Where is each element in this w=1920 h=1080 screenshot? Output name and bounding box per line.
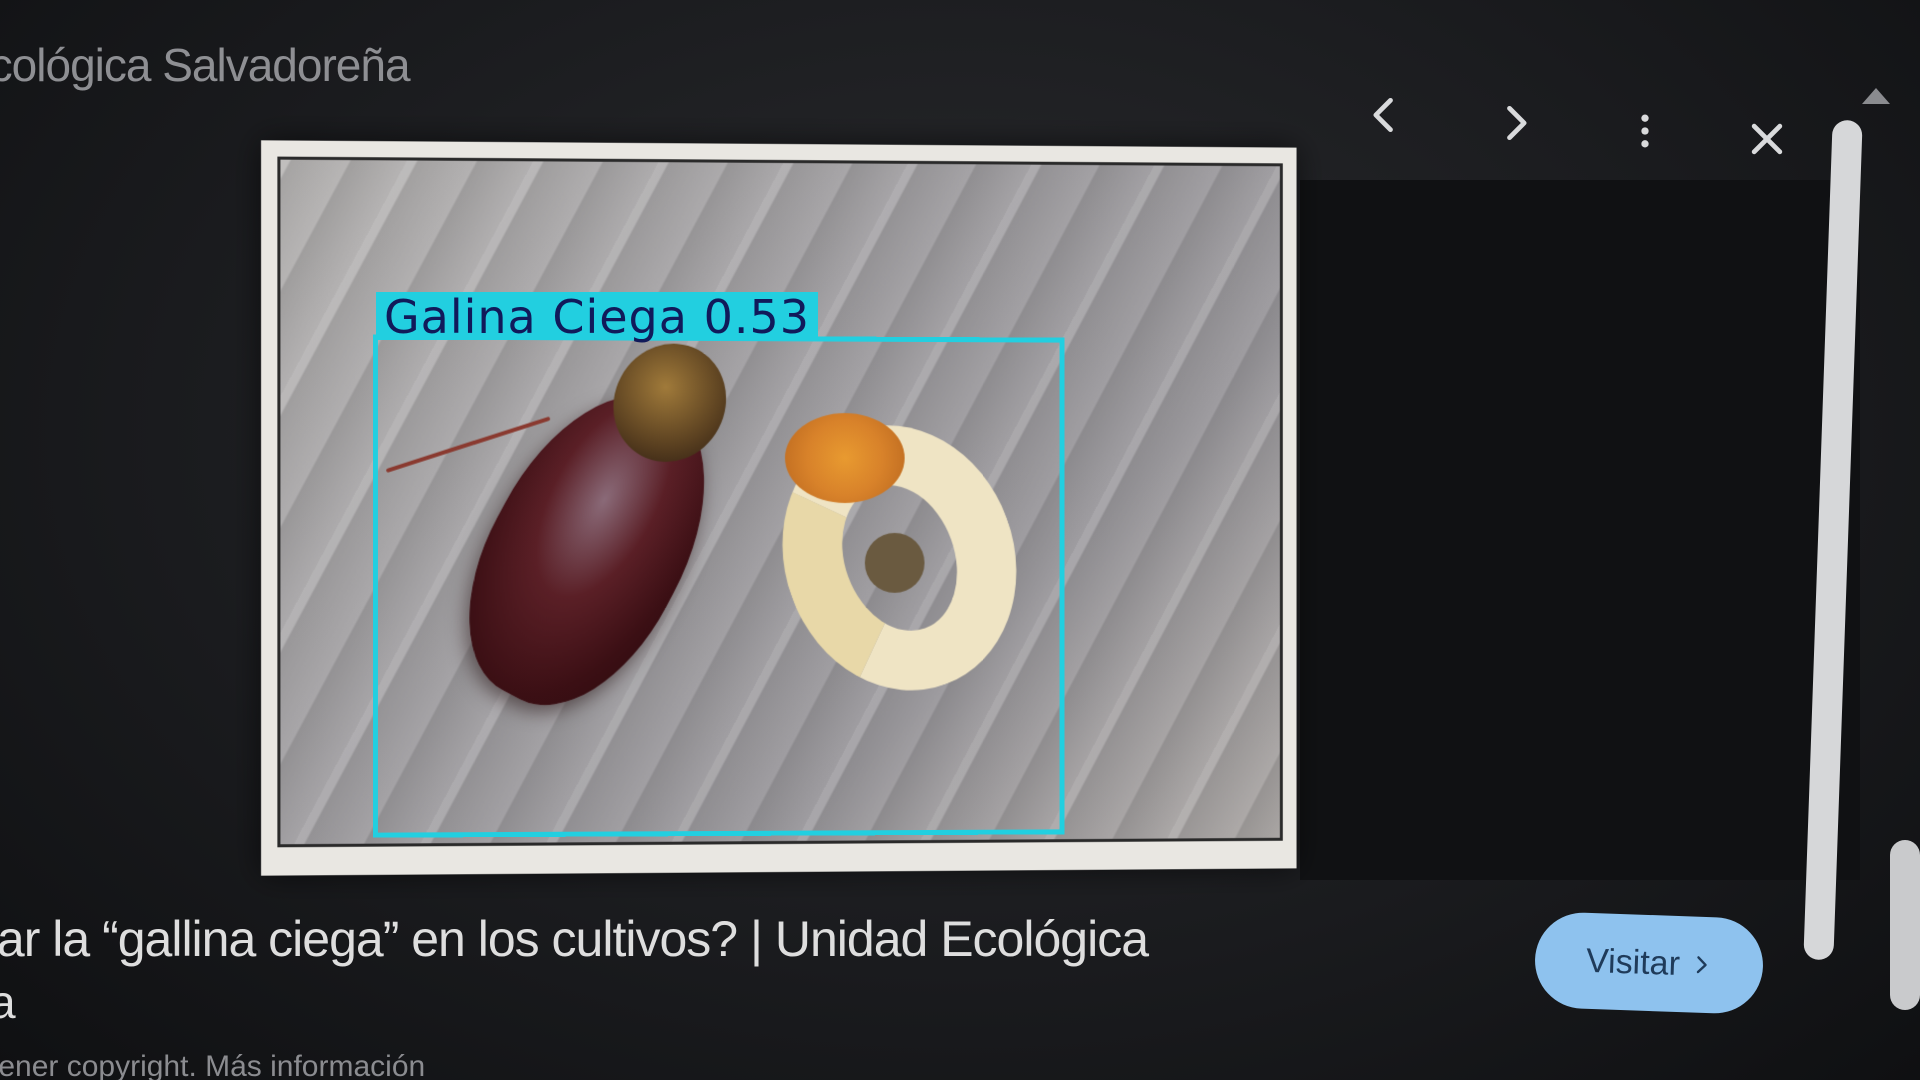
result-page-title[interactable]: olar la “gallina ciega” en los cultivos?… bbox=[0, 910, 1149, 968]
side-panel-background bbox=[1300, 180, 1860, 880]
source-site-name[interactable]: Ecológica Salvadoreña bbox=[0, 38, 411, 92]
next-image-button[interactable] bbox=[1480, 88, 1550, 158]
detection-bounding-box bbox=[372, 334, 1065, 838]
copyright-notice[interactable]: tener copyright. Más información bbox=[0, 1050, 425, 1080]
scrollbar-thumb[interactable] bbox=[1890, 840, 1920, 1010]
previous-image-button[interactable] bbox=[1350, 80, 1420, 150]
result-page-title-continued[interactable]: a bbox=[0, 975, 16, 1029]
more-options-button[interactable] bbox=[1610, 96, 1680, 166]
chevron-left-icon bbox=[1373, 97, 1393, 133]
close-viewer-button[interactable] bbox=[1732, 104, 1802, 174]
more-vert-icon bbox=[1641, 114, 1649, 148]
detection-label: Galina Ciega 0.53 bbox=[376, 292, 818, 342]
chevron-right-icon bbox=[1696, 956, 1707, 974]
close-icon bbox=[1751, 123, 1783, 155]
visit-button-label: Visitar bbox=[1585, 941, 1681, 983]
chevron-right-icon bbox=[1507, 105, 1527, 141]
image-viewer-screen: Ecológica Salvadoreña Galina Ciega 0.53 … bbox=[0, 0, 1920, 1080]
scroll-up-arrow[interactable] bbox=[1862, 88, 1890, 104]
visit-button[interactable]: Visitar bbox=[1533, 911, 1765, 1015]
